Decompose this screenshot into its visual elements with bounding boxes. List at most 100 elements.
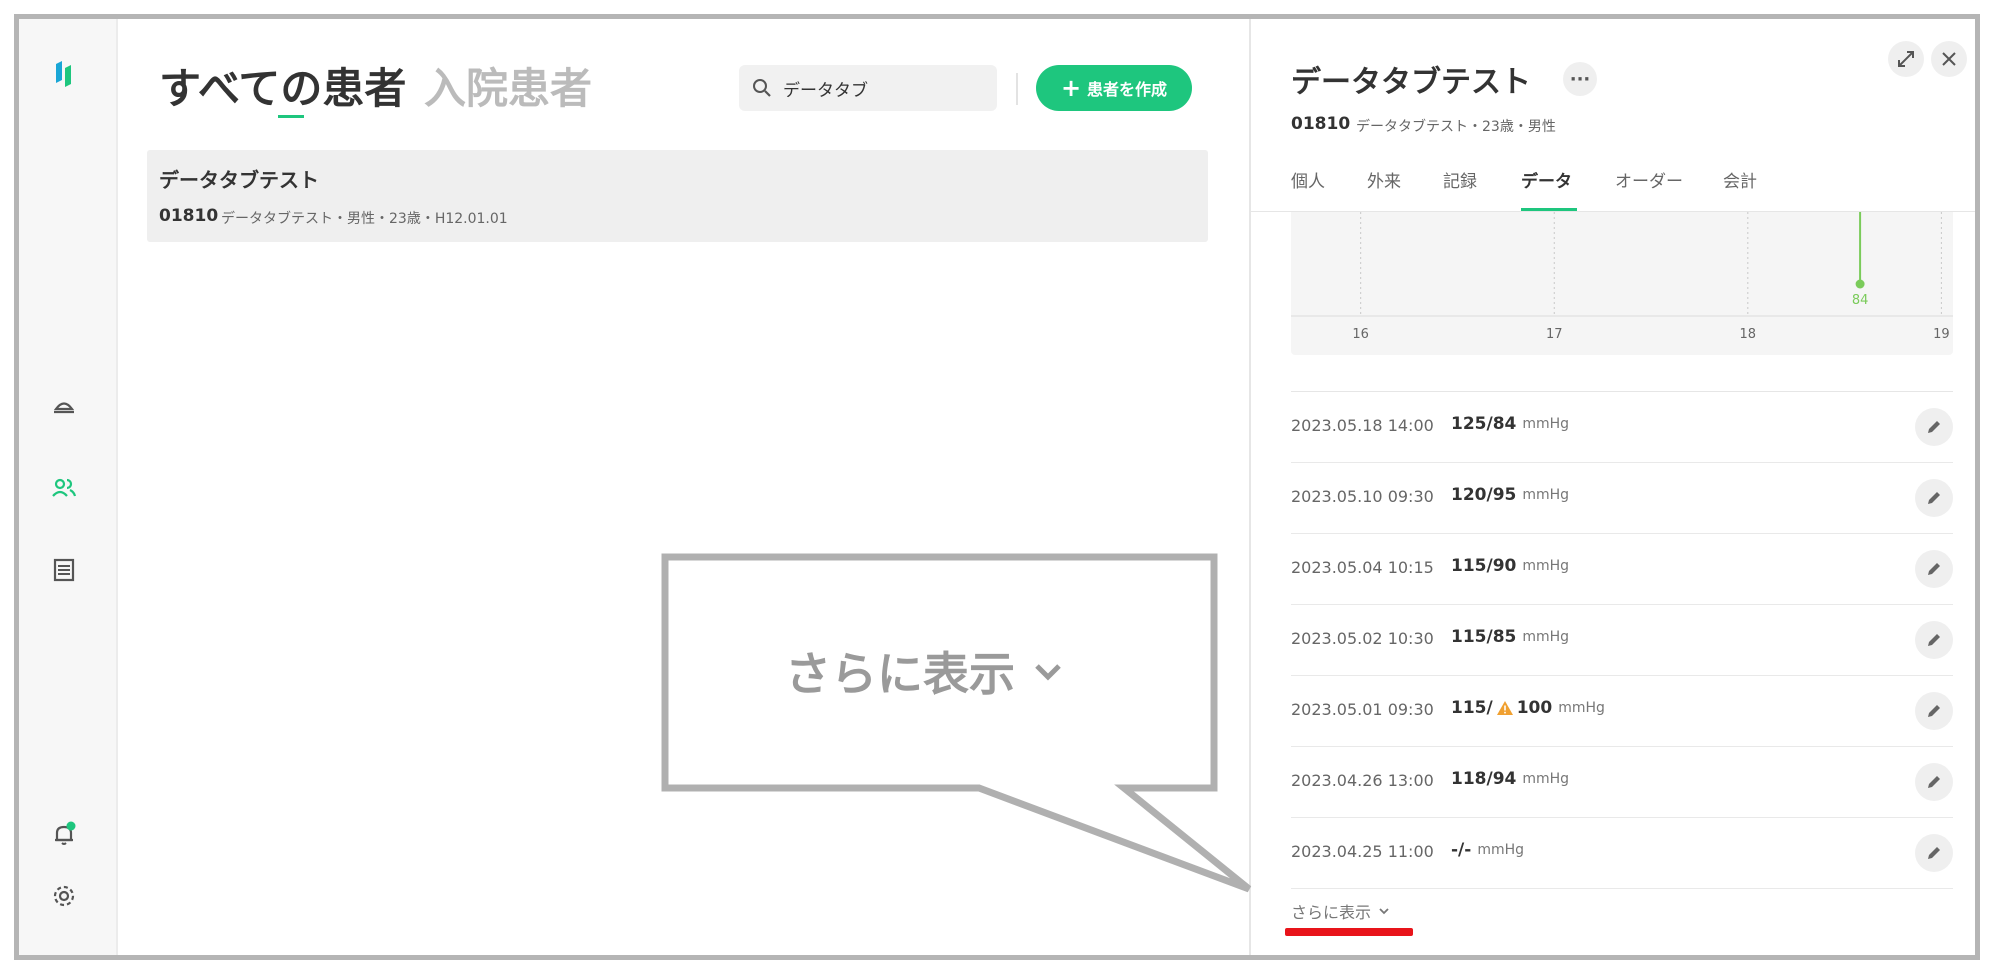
list-icon[interactable] (49, 555, 79, 585)
search-input[interactable] (781, 77, 985, 99)
record-unit: mmHg (1522, 771, 1570, 787)
record-date: 2023.05.04 10:15 (1291, 558, 1434, 577)
patient-name: データタブテスト (159, 168, 319, 192)
callout-label: さらに表示 (785, 647, 1015, 701)
tab-outpatient[interactable]: 外来 (1367, 167, 1401, 192)
chart-x-tick-label: 18 (1740, 327, 1757, 342)
record-value: 120/95 mmHg (1451, 485, 1569, 505)
bed-icon[interactable] (49, 391, 79, 421)
chevron-down-icon (1035, 664, 1061, 681)
record-value-text: 115/85 (1451, 627, 1517, 647)
record-date: 2023.05.01 09:30 (1291, 700, 1434, 719)
record-unit: mmHg (1522, 416, 1570, 432)
highlight-underline (1285, 928, 1413, 936)
sidebar (19, 19, 118, 955)
expand-button[interactable] (1888, 41, 1924, 77)
chart-data-point[interactable] (1855, 279, 1865, 289)
app-logo[interactable] (49, 59, 79, 89)
divider (1016, 73, 1018, 105)
plus-icon: + (1060, 74, 1082, 102)
record-unit: mmHg (1522, 558, 1570, 574)
patient-list-area: すべての患者 入院患者 + 患者を作成 データタブテスト 01810 データタブ… (118, 19, 1249, 955)
record-row: 2023.05.10 09:30 120/95 mmHg (1291, 463, 1953, 534)
warning-icon (1496, 701, 1513, 715)
record-unit: mmHg (1558, 700, 1605, 716)
tab-data[interactable]: データ (1521, 167, 1572, 192)
patients-icon[interactable] (49, 473, 79, 503)
record-unit: mmHg (1477, 842, 1525, 858)
record-row: 2023.05.01 09:30 115/ 100 mmHg (1291, 676, 1953, 747)
edit-button[interactable] (1915, 408, 1953, 446)
pencil-icon (1928, 492, 1940, 504)
record-date: 2023.05.02 10:30 (1291, 629, 1434, 648)
record-value-text: 115/ (1451, 698, 1493, 718)
record-date: 2023.04.26 13:00 (1291, 771, 1434, 790)
edit-button[interactable] (1915, 621, 1953, 659)
create-patient-button[interactable]: + 患者を作成 (1036, 65, 1192, 111)
panel-patient-meta: データタブテスト・23歳・男性 (1356, 119, 1556, 135)
chart-canvas: 16 17 18 19 84 (1291, 212, 1953, 342)
edit-button[interactable] (1915, 692, 1953, 730)
record-value-text: 115/90 (1451, 556, 1517, 576)
record-value: -/- mmHg (1451, 840, 1524, 860)
record-value: 115/85 mmHg (1451, 627, 1569, 647)
pencil-icon (1928, 776, 1940, 788)
tab-orders[interactable]: オーダー (1615, 167, 1683, 192)
edit-button[interactable] (1915, 834, 1953, 872)
edit-button[interactable] (1915, 550, 1953, 588)
panel-title: データタブテスト (1291, 65, 1531, 100)
more-options-button[interactable]: ··· (1563, 62, 1597, 96)
tab-inpatients[interactable]: 入院患者 (424, 55, 592, 116)
record-unit: mmHg (1522, 487, 1570, 503)
pencil-icon (1928, 563, 1940, 575)
pencil-icon (1928, 634, 1940, 646)
record-value-text: 100 (1516, 698, 1553, 718)
search-icon (753, 79, 771, 97)
record-date: 2023.05.10 09:30 (1291, 487, 1434, 506)
patient-id: 01810 (159, 206, 219, 226)
chevron-down-icon (1379, 908, 1389, 915)
record-row: 2023.05.04 10:15 115/90 mmHg (1291, 534, 1953, 605)
edit-button[interactable] (1915, 479, 1953, 517)
close-icon (1942, 52, 1956, 66)
record-value: 118/94 mmHg (1451, 769, 1569, 789)
tab-records[interactable]: 記録 (1443, 167, 1477, 192)
record-row: 2023.05.02 10:30 115/85 mmHg (1291, 605, 1953, 676)
show-more-link[interactable]: さらに表示 (1291, 899, 1391, 923)
chart-x-tick-label: 19 (1933, 327, 1950, 342)
show-more-label: さらに表示 (1291, 903, 1372, 922)
tab-all-patients[interactable]: すべての患者 (159, 55, 406, 116)
app-window: すべての患者 入院患者 + 患者を作成 データタブテスト 01810 データタブ… (14, 14, 1980, 960)
tab-billing[interactable]: 会計 (1723, 167, 1757, 192)
pencil-icon (1928, 705, 1940, 717)
active-tab-indicator (278, 115, 304, 118)
edit-button[interactable] (1915, 763, 1953, 801)
record-value: 115/ 100 mmHg (1451, 698, 1605, 718)
record-row: 2023.05.18 14:00 125/84 mmHg (1291, 392, 1953, 463)
record-value: 115/90 mmHg (1451, 556, 1569, 576)
record-value-text: 120/95 (1451, 485, 1517, 505)
gear-icon[interactable] (49, 881, 79, 911)
record-date: 2023.04.25 11:00 (1291, 842, 1434, 861)
expand-icon (1898, 51, 1914, 67)
search-box[interactable] (739, 65, 997, 111)
chart-data-label: 84 (1852, 293, 1869, 308)
bell-icon[interactable] (49, 819, 79, 849)
chart-x-tick-label: 16 (1352, 327, 1369, 342)
record-row: 2023.04.25 11:00 -/- mmHg (1291, 818, 1953, 889)
chart-x-tick-label: 17 (1546, 327, 1563, 342)
vitals-chart: 16 17 18 19 84 (1291, 212, 1953, 355)
tab-personal[interactable]: 個人 (1291, 167, 1325, 192)
close-button[interactable] (1931, 41, 1967, 77)
pencil-icon (1928, 421, 1940, 433)
record-unit: mmHg (1522, 629, 1570, 645)
callout-text: さらに表示 (785, 638, 1185, 704)
record-value-text: 118/94 (1451, 769, 1517, 789)
pencil-icon (1928, 847, 1940, 859)
record-value: 125/84 mmHg (1451, 414, 1569, 434)
record-date: 2023.05.18 14:00 (1291, 416, 1434, 435)
patient-list-item[interactable]: データタブテスト 01810 データタブテスト・男性・23歳・H12.01.01 (147, 150, 1208, 242)
record-row: 2023.04.26 13:00 118/94 mmHg (1291, 747, 1953, 818)
record-value-text: 125/84 (1451, 414, 1517, 434)
record-value-text: -/- (1451, 840, 1472, 860)
